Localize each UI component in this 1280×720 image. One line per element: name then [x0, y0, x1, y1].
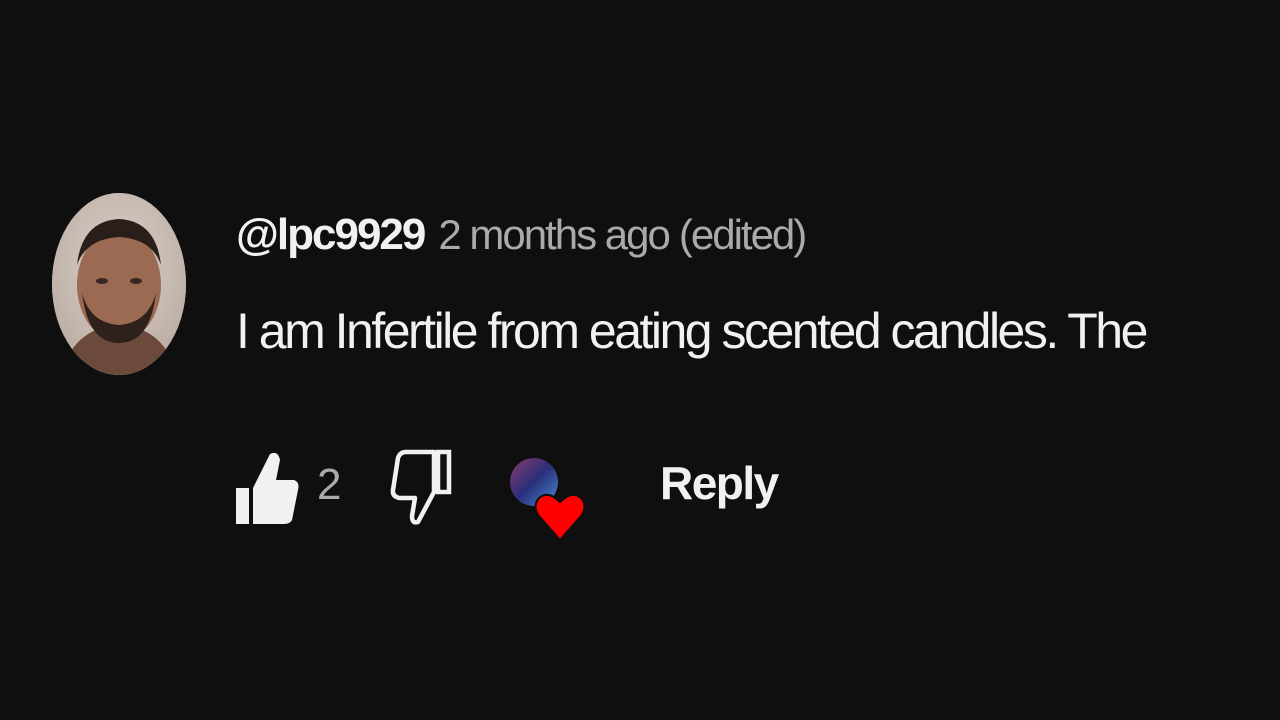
avatar[interactable] — [52, 193, 186, 375]
comment-text: I am Infertile from eating scented candl… — [236, 303, 1148, 359]
dislike-button[interactable] — [388, 444, 454, 528]
thumbs-up-icon — [236, 452, 299, 524]
comment-header: @lpc9929 2 months ago (edited) — [236, 205, 807, 265]
avatar-photo — [52, 193, 186, 375]
creator-heart-badge — [508, 448, 586, 544]
reply-button[interactable]: Reply — [660, 456, 779, 510]
comment-toolbar: 2 Reply — [232, 438, 792, 542]
creator-avatar-heart — [510, 458, 586, 542]
like-count: 2 — [317, 460, 342, 509]
thumbs-down-icon — [390, 449, 452, 525]
edited-label: (edited) — [678, 211, 807, 258]
comment-posted-time[interactable]: 2 months ago — [438, 211, 671, 258]
comment-thread: @lpc9929 2 months ago (edited) I am Infer… — [0, 0, 1280, 720]
like-button[interactable] — [232, 444, 302, 528]
comment-author[interactable]: @lpc9929 — [236, 210, 426, 260]
heart-icon — [534, 493, 586, 542]
comment-timestamp[interactable]: 2 months ago (edited) — [438, 211, 807, 259]
